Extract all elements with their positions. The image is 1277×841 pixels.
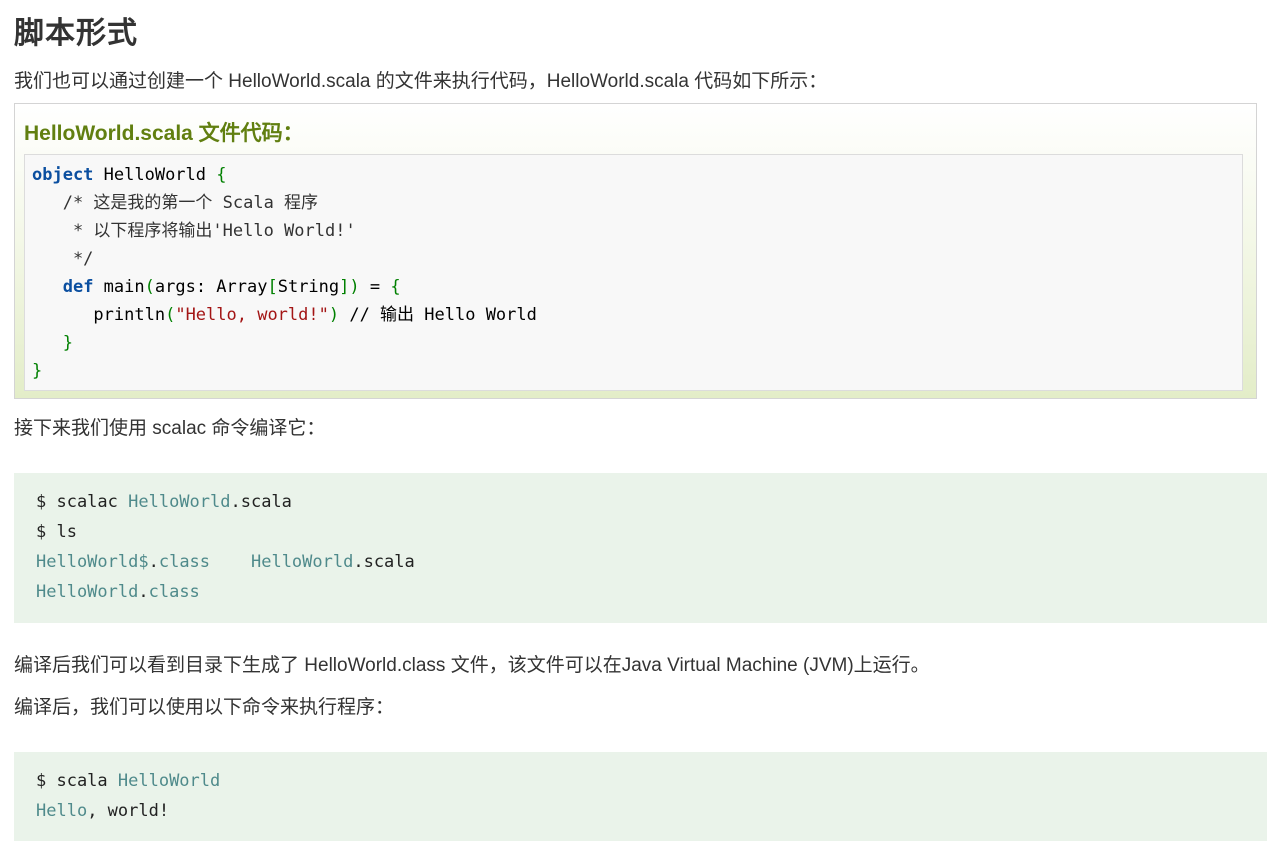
shell-block-compile[interactable]: $ scalac HelloWorld.scala $ ls HelloWorld$… xyxy=(14,473,1267,623)
shell-block-run[interactable]: $ scala HelloWorld Hello, world! xyxy=(14,752,1267,841)
compile-paragraph: 接下来我们使用 scalac 命令编译它： xyxy=(14,418,326,439)
run-paragraph: 编译后，我们可以使用以下命令来执行程序： xyxy=(14,697,395,718)
shell-line: Hello, world! xyxy=(36,801,170,821)
code-example-title: HelloWorld.scala 文件代码： xyxy=(24,122,304,145)
shell-line: $ ls xyxy=(36,522,77,542)
code-comment-line: /* 这是我的第一个 Scala 程序 xyxy=(32,193,319,213)
article-content: 脚本形式 我们也可以通过创建一个 HelloWorld.scala 的文件来执行… xyxy=(0,0,1277,841)
code-line: def main(args: Array[String]) = { xyxy=(62,277,401,297)
code-comment-line: * 以下程序将输出'Hello World!' xyxy=(32,221,356,241)
shell-line: HelloWorld$.class HelloWorld.scala xyxy=(36,552,415,572)
code-line: } xyxy=(32,361,43,381)
shell-line: $ scala HelloWorld xyxy=(36,771,221,791)
section-heading: 脚本形式 xyxy=(14,17,138,50)
shell-line: $ scalac HelloWorld.scala xyxy=(36,492,292,512)
after-compile-paragraph: 编译后我们可以看到目录下生成了 HelloWorld.class 文件，该文件可… xyxy=(14,655,930,676)
intro-paragraph: 我们也可以通过创建一个 HelloWorld.scala 的文件来执行代码，He… xyxy=(14,71,828,92)
code-comment-line: */ xyxy=(32,249,94,269)
code-example-box: HelloWorld.scala 文件代码： object HelloWorld… xyxy=(14,103,1257,399)
code-line: } xyxy=(62,333,73,353)
code-line: object HelloWorld { xyxy=(32,165,227,185)
shell-line: HelloWorld.class xyxy=(36,582,200,602)
scala-code-block[interactable]: object HelloWorld { /* 这是我的第一个 Scala 程序 … xyxy=(24,154,1243,391)
code-line: println("Hello, world!") // 输出 Hello Wor… xyxy=(93,305,537,325)
